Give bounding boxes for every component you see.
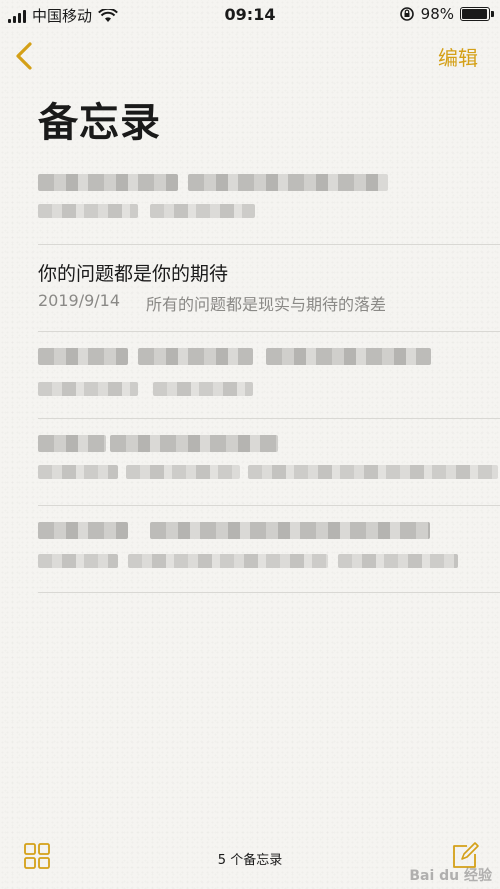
blurred-note-preview — [38, 382, 138, 396]
blurred-note-title — [38, 174, 178, 191]
notes-list: 你的问题都是你的期待 2019/9/14 所有的问题都是现实与期待的落差 — [38, 158, 500, 593]
note-item-blurred-2[interactable] — [38, 332, 500, 419]
battery-percent: 98% — [420, 5, 454, 23]
note-item-blurred-3[interactable] — [38, 419, 500, 506]
status-right: 98% — [399, 5, 494, 23]
blurred-note-title — [38, 435, 106, 452]
note-item[interactable]: 你的问题都是你的期待 2019/9/14 所有的问题都是现实与期待的落差 — [38, 245, 500, 332]
blurred-note-title — [38, 348, 128, 365]
note-item-blurred-4[interactable] — [38, 506, 500, 593]
blurred-note-preview — [38, 465, 118, 479]
orientation-lock-icon — [399, 7, 414, 21]
blurred-note-preview — [38, 204, 138, 218]
note-title: 你的问题都是你的期待 — [38, 263, 229, 285]
status-bar: 中国移动 09:14 98% — [0, 0, 500, 30]
blurred-note-preview — [126, 465, 240, 479]
watermark-logo: Bai du 经验 — [409, 868, 492, 884]
blurred-note-title — [150, 522, 430, 539]
edit-button[interactable]: 编辑 — [438, 42, 478, 71]
blurred-note-preview — [153, 382, 253, 396]
blurred-note-preview — [38, 554, 118, 568]
note-date: 2019/9/14 — [38, 291, 121, 310]
blurred-note-title — [138, 348, 253, 365]
blurred-note-title — [266, 348, 431, 365]
blurred-note-preview — [248, 465, 498, 479]
battery-icon — [460, 7, 494, 21]
blurred-note-preview — [150, 204, 255, 218]
back-chevron-icon[interactable] — [8, 38, 44, 74]
blurred-note-title — [188, 174, 388, 191]
note-preview: 所有的问题都是现实与期待的落差 — [146, 295, 387, 314]
page-title: 备忘录 — [38, 100, 161, 146]
note-item-blurred-1[interactable] — [38, 158, 500, 245]
blurred-note-preview — [128, 554, 328, 568]
blurred-note-title — [38, 522, 128, 539]
blurred-note-preview — [338, 554, 458, 568]
blurred-note-title — [110, 435, 278, 452]
battery-fill — [462, 9, 488, 19]
